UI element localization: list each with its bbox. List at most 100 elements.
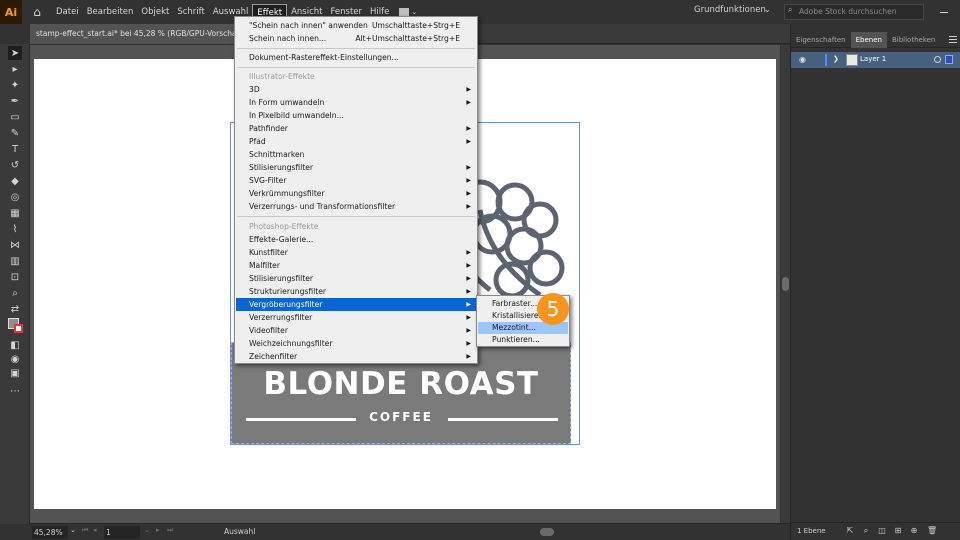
submenu-arrow-icon: ▶ <box>466 314 471 321</box>
menu-schrift[interactable]: Schrift <box>173 4 209 20</box>
layer-thumbnail <box>846 54 858 66</box>
menu-item-label: "Schein nach innen" anwenden <box>249 21 368 30</box>
rotate-tool-icon[interactable]: ↺ <box>8 158 22 172</box>
eraser-tool-icon[interactable]: ◆ <box>8 174 22 188</box>
menu-item-label: Weichzeichnungsfilter <box>249 339 333 348</box>
delete-icon[interactable]: 🗑 <box>927 526 937 536</box>
home-icon[interactable]: ⌂ <box>22 0 52 24</box>
draw-mode-icon[interactable]: ◉ <box>8 352 22 366</box>
menu-verzerrungs-transformationsfilter[interactable]: Verzerrungs- und Transformationsfilter ▶ <box>236 200 476 213</box>
zoom-level[interactable]: 45,28% <box>32 526 68 539</box>
first-artboard-icon[interactable]: ⏮ <box>82 526 88 535</box>
screen-mode-icon[interactable]: ▣ <box>8 366 22 380</box>
menu-verzerrungsfilter[interactable]: Verzerrungsfilter ▶ <box>236 311 476 324</box>
color-mode-icon[interactable]: ◧ <box>8 338 22 352</box>
paintbrush-tool-icon[interactable]: ✎ <box>8 126 22 140</box>
panel-menu-icon[interactable] <box>949 36 957 45</box>
selection-tool-icon[interactable]: ➤ <box>8 46 22 60</box>
menu-divider <box>237 48 475 49</box>
menu-raster-settings[interactable]: Dokument-Rastereffekt-Einstellungen... <box>236 51 476 64</box>
tab-eigenschaften[interactable]: Eigenschaften <box>791 32 851 48</box>
clipping-mask-icon[interactable]: ◫ <box>877 526 887 536</box>
chevron-down-icon[interactable]: ⌄ <box>144 526 150 534</box>
vertical-scrollbar[interactable] <box>781 45 790 523</box>
menu-effekte-galerie[interactable]: Effekte-Galerie... <box>236 233 476 246</box>
document-tab[interactable]: stamp-effect_start.ai* bei 45,28 % (RGB/… <box>30 24 251 44</box>
layer-name[interactable]: Layer 1 <box>860 55 886 63</box>
chevron-right-icon[interactable]: ❯ <box>833 55 839 63</box>
artboard-tool-icon[interactable]: ⊡ <box>8 270 22 284</box>
menu-verkruemmungsfilter[interactable]: Verkrümmungsfilter ▶ <box>236 187 476 200</box>
menu-strukturierungsfilter[interactable]: Strukturierungsfilter ▶ <box>236 285 476 298</box>
direct-selection-tool-icon[interactable]: ▸ <box>8 62 22 76</box>
stock-search-input[interactable]: Adobe Stock durchsuchen <box>784 4 924 20</box>
menu-last-effect[interactable]: Schein nach innen... Alt+Umschalttaste+S… <box>236 32 476 45</box>
layer-row[interactable]: ◉ ❯ Layer 1 <box>791 52 960 68</box>
menu-objekt[interactable]: Objekt <box>137 4 173 20</box>
zoom-tool-icon[interactable]: ⌕ <box>8 286 22 300</box>
previous-artboard-icon[interactable]: ◂ <box>93 526 97 534</box>
magic-wand-tool-icon[interactable]: ✦ <box>8 78 22 92</box>
chevron-down-icon[interactable]: ⌄ <box>764 5 771 14</box>
menu-item-label: SVG-Filter <box>249 176 287 185</box>
menu-kunstfilter[interactable]: Kunstfilter ▶ <box>236 246 476 259</box>
submenu-arrow-icon: ▶ <box>466 301 471 308</box>
new-layer-icon[interactable]: ⊕ <box>909 526 919 536</box>
status-mode[interactable]: Auswahl <box>224 527 255 536</box>
horizontal-scrollbar[interactable] <box>270 528 770 536</box>
artboard-number[interactable]: 1 <box>104 526 140 539</box>
eyedropper-tool-icon[interactable]: ⌇ <box>8 222 22 236</box>
new-sublayer-icon[interactable]: ⊞ <box>893 526 903 536</box>
menu-stilisierungsfilter-ps[interactable]: Stilisierungsfilter ▶ <box>236 272 476 285</box>
pen-tool-icon[interactable]: ✒ <box>8 94 22 108</box>
menu-stilisierungsfilter-ai[interactable]: Stilisierungsfilter ▶ <box>236 161 476 174</box>
blend-tool-icon[interactable]: ⋈ <box>8 238 22 252</box>
menu-item-label: Stilisierungsfilter <box>249 274 314 283</box>
menu-item-label: Zeichenfilter <box>249 352 298 361</box>
menu-vergroeberungsfilter[interactable]: Vergröberungsfilter ▶ <box>236 298 476 311</box>
rectangle-tool-icon[interactable]: ▭ <box>8 110 22 124</box>
menu-apply-last-effect[interactable]: "Schein nach innen" anwenden Umschalttas… <box>236 19 476 32</box>
menu-schnittmarken[interactable]: Schnittmarken <box>236 148 476 161</box>
more-tools-icon[interactable]: ⋯ <box>8 384 22 398</box>
minimize-button[interactable] <box>934 4 954 20</box>
fill-stroke-icon[interactable] <box>8 318 24 334</box>
menu-in-pixelbild-umwandeln[interactable]: In Pixelbild umwandeln... <box>236 109 476 122</box>
menu-bearbeiten[interactable]: Bearbeiten <box>83 4 138 20</box>
menu-malfilter[interactable]: Malfilter ▶ <box>236 259 476 272</box>
shortcut-label: Umschalttaste+Strg+E <box>371 21 460 30</box>
menu-weichzeichnungsfilter[interactable]: Weichzeichnungsfilter ▶ <box>236 337 476 350</box>
swap-colors-icon[interactable]: ⇄ <box>8 302 22 316</box>
type-tool-icon[interactable]: T <box>8 142 22 156</box>
export-icon[interactable]: ⇱ <box>845 526 855 536</box>
graph-tool-icon[interactable]: ▥ <box>8 254 22 268</box>
submenu-arrow-icon: ▶ <box>466 327 471 334</box>
eye-icon[interactable]: ◉ <box>799 55 806 64</box>
stamp-title: BLONDE ROAST <box>263 366 539 402</box>
menu-pfad[interactable]: Pfad ▶ <box>236 135 476 148</box>
shape-builder-tool-icon[interactable]: ◎ <box>8 190 22 204</box>
menu-pathfinder[interactable]: Pathfinder ▶ <box>236 122 476 135</box>
menu-3d[interactable]: 3D ▶ <box>236 83 476 96</box>
menu-videofilter[interactable]: Videofilter ▶ <box>236 324 476 337</box>
submenu-punktieren[interactable]: Punktieren... <box>478 334 568 346</box>
tab-ebenen[interactable]: Ebenen <box>850 32 887 48</box>
app-logo[interactable]: Ai <box>0 0 22 24</box>
target-icon[interactable] <box>934 56 941 63</box>
menu-datei[interactable]: Datei <box>52 4 83 20</box>
menu-divider <box>237 67 475 68</box>
tab-bibliotheken[interactable]: Bibliotheken <box>887 32 940 48</box>
menu-item-label: Verkrümmungsfilter <box>249 189 325 198</box>
last-artboard-icon[interactable]: ⏭ <box>167 526 173 535</box>
chevron-down-icon[interactable]: ⌄ <box>70 526 76 534</box>
chevron-down-icon: ⌄ <box>411 8 418 16</box>
menu-zeichenfilter[interactable]: Zeichenfilter ▶ <box>236 350 476 363</box>
selection-indicator[interactable] <box>945 55 953 64</box>
workspace-switcher[interactable]: Grundfunktionen <box>694 5 766 15</box>
locate-object-icon[interactable]: ⌕ <box>861 526 871 536</box>
next-artboard-icon[interactable]: ▸ <box>156 526 160 534</box>
gradient-tool-icon[interactable]: ▦ <box>8 206 22 220</box>
submenu-arrow-icon: ▶ <box>466 340 471 347</box>
menu-in-form-umwandeln[interactable]: In Form umwandeln ▶ <box>236 96 476 109</box>
menu-svg-filter[interactable]: SVG-Filter ▶ <box>236 174 476 187</box>
